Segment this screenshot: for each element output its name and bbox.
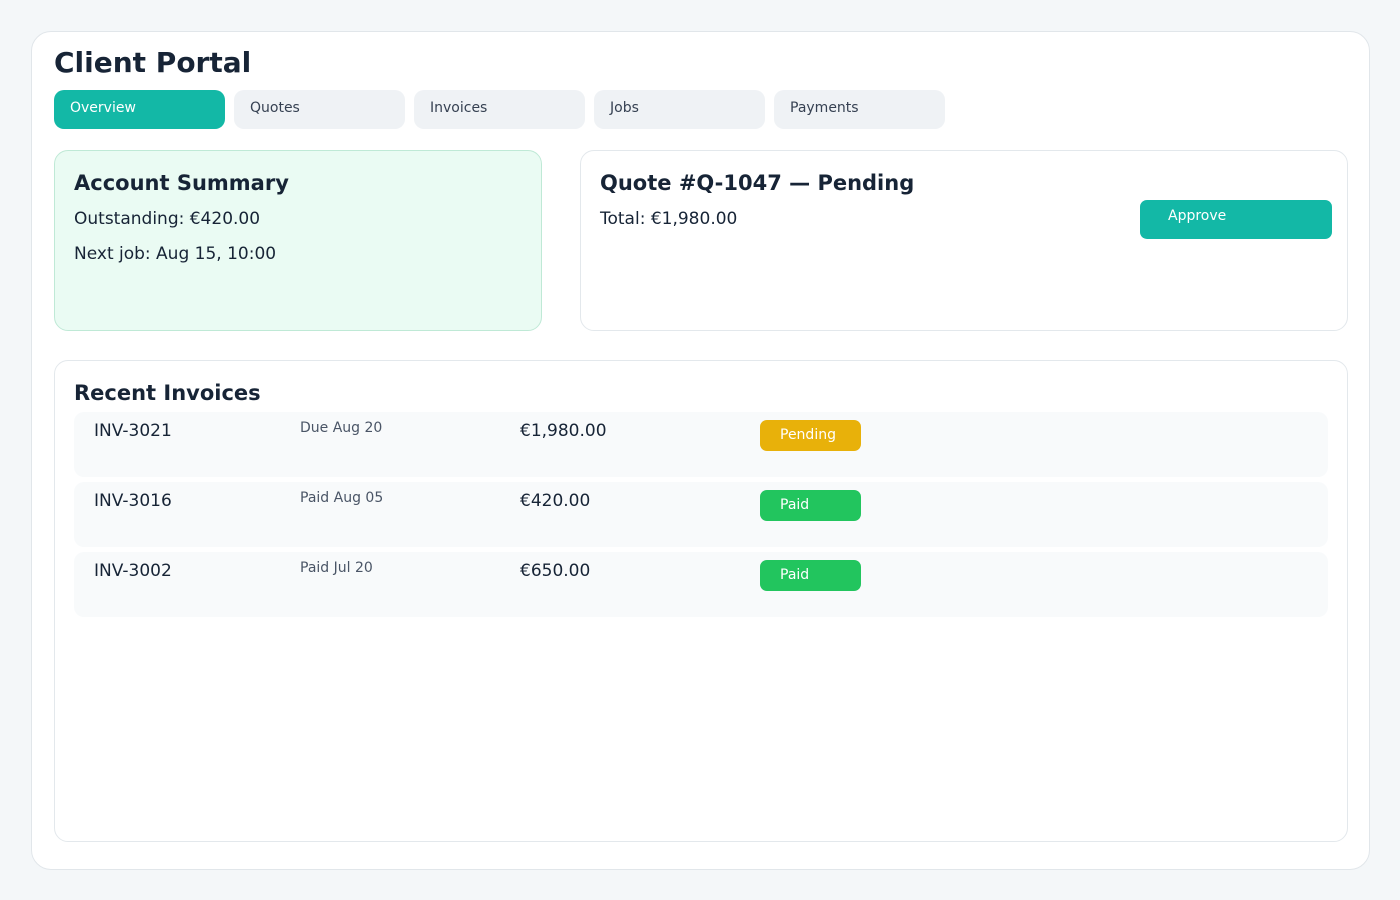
tab-quotes[interactable]: Quotes <box>234 90 405 129</box>
tab-jobs[interactable]: Jobs <box>594 90 765 129</box>
quote-title: Quote #Q-1047 — Pending <box>600 171 915 195</box>
tab-invoices[interactable]: Invoices <box>414 90 585 129</box>
tab-overview[interactable]: Overview <box>54 90 225 129</box>
invoice-amount: €420.00 <box>520 491 591 511</box>
status-badge: Pending <box>760 420 861 451</box>
invoice-row[interactable]: INV-3016 Paid Aug 05 €420.00 Paid <box>74 482 1328 547</box>
invoice-id: INV-3021 <box>94 421 172 441</box>
status-badge: Paid <box>760 560 861 591</box>
next-job: Next job: Aug 15, 10:00 <box>74 244 277 264</box>
recent-invoices-title: Recent Invoices <box>74 381 261 405</box>
quote-total: Total: €1,980.00 <box>600 209 738 229</box>
status-badge: Paid <box>760 490 861 521</box>
page-title: Client Portal <box>54 46 252 79</box>
invoice-amount: €1,980.00 <box>520 421 607 441</box>
invoice-amount: €650.00 <box>520 561 591 581</box>
quote-card: Quote #Q-1047 — Pending Total: €1,980.00… <box>580 150 1348 331</box>
client-portal-panel: Client Portal Overview Quotes Invoices J… <box>31 31 1370 870</box>
approve-button[interactable]: Approve <box>1140 200 1332 239</box>
invoice-date: Paid Aug 05 <box>300 490 384 506</box>
invoice-id: INV-3002 <box>94 561 172 581</box>
outstanding-balance: Outstanding: €420.00 <box>74 209 261 229</box>
account-summary-title: Account Summary <box>74 171 289 195</box>
invoice-row[interactable]: INV-3002 Paid Jul 20 €650.00 Paid <box>74 552 1328 617</box>
account-summary-card: Account Summary Outstanding: €420.00 Nex… <box>54 150 542 331</box>
invoice-id: INV-3016 <box>94 491 172 511</box>
recent-invoices-card: Recent Invoices INV-3021 Due Aug 20 €1,9… <box>54 360 1348 842</box>
invoice-date: Due Aug 20 <box>300 420 383 436</box>
tab-bar: Overview Quotes Invoices Jobs Payments <box>54 90 945 129</box>
invoice-row[interactable]: INV-3021 Due Aug 20 €1,980.00 Pending <box>74 412 1328 477</box>
invoice-date: Paid Jul 20 <box>300 560 373 576</box>
tab-payments[interactable]: Payments <box>774 90 945 129</box>
